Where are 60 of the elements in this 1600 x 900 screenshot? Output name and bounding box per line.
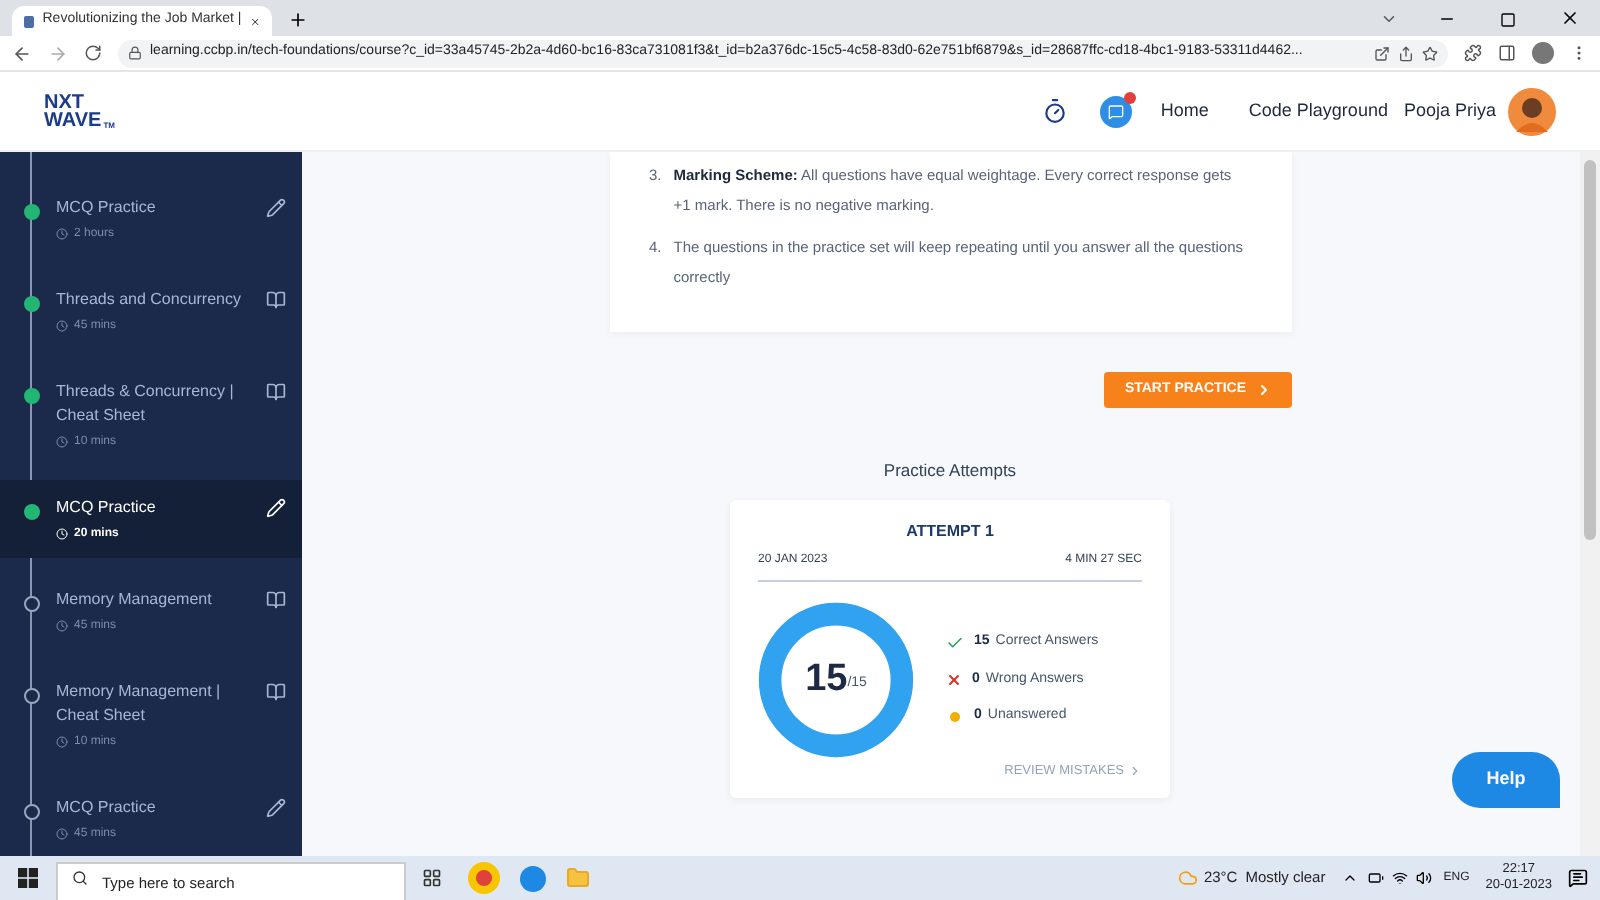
clock-icon [56, 736, 68, 748]
close-icon[interactable] [1560, 8, 1580, 28]
battery-icon[interactable] [1367, 870, 1384, 886]
score-value: 15 [805, 659, 848, 700]
chevron-right-icon [1128, 764, 1142, 779]
chat-icon [1108, 103, 1125, 119]
book-icon [266, 382, 286, 402]
help-button[interactable]: Help [1452, 752, 1560, 808]
close-icon[interactable] [249, 13, 260, 29]
volume-icon[interactable] [1415, 870, 1432, 886]
wifi-icon[interactable] [1391, 870, 1408, 886]
lesson-title: MCQ Practice [56, 796, 156, 820]
stopwatch-icon[interactable] [1042, 98, 1069, 124]
chevron-up-icon[interactable] [1341, 870, 1358, 886]
reload-icon[interactable] [84, 44, 102, 62]
chat-button[interactable] [1100, 95, 1133, 127]
attempt-title: ATTEMPT 1 [906, 519, 994, 544]
nav-link[interactable]: Home [1160, 97, 1209, 125]
book-icon [266, 590, 286, 610]
book-icon [266, 682, 286, 702]
nav-link[interactable]: Code Playground [1248, 97, 1388, 125]
search-icon [72, 870, 88, 886]
new-tab-icon[interactable] [288, 10, 308, 30]
check-icon [946, 633, 964, 652]
windows-icon[interactable] [18, 868, 38, 888]
lesson-title: Memory Management [56, 588, 212, 612]
tab-search-icon[interactable] [1380, 10, 1398, 28]
user-avatar[interactable] [1508, 87, 1556, 135]
clock-icon [56, 228, 68, 240]
share-icon[interactable] [1398, 45, 1414, 61]
notifications-icon[interactable] [1568, 868, 1588, 888]
open-icon[interactable] [1374, 45, 1390, 61]
section-heading: Practice Attempts [883, 458, 1017, 484]
book-icon [266, 290, 286, 310]
pencil-icon [266, 798, 286, 818]
task-view-icon[interactable] [422, 868, 442, 888]
user-name[interactable]: Pooja Priya [1403, 97, 1496, 125]
profile-avatar[interactable] [1532, 42, 1554, 64]
lesson-title: MCQ Practice [56, 196, 156, 220]
clock-icon [56, 436, 68, 448]
clock-icon [56, 828, 68, 840]
lesson-title: MCQ Practice [56, 496, 156, 520]
lesson-title: Threads and Concurrency [56, 288, 241, 312]
pencil-icon [266, 498, 286, 518]
star-icon[interactable] [1422, 45, 1438, 61]
clock-icon [56, 528, 68, 540]
side-panel-icon[interactable] [1498, 44, 1516, 62]
pencil-icon [266, 198, 286, 218]
back-icon[interactable] [12, 43, 32, 63]
favicon-icon [24, 15, 35, 27]
extensions-icon[interactable] [1464, 44, 1482, 62]
weather-icon [1177, 868, 1198, 888]
clock-icon [56, 620, 68, 632]
lesson-title: Memory Management | Cheat Sheet [56, 680, 223, 728]
clock-icon [56, 320, 68, 332]
chevron-right-icon [1256, 382, 1272, 398]
cross-icon [946, 671, 962, 688]
lesson-title: Threads & Concurrency | Cheat Sheet [56, 380, 236, 428]
maximize-icon[interactable] [1500, 12, 1516, 28]
lock-icon [128, 46, 142, 60]
